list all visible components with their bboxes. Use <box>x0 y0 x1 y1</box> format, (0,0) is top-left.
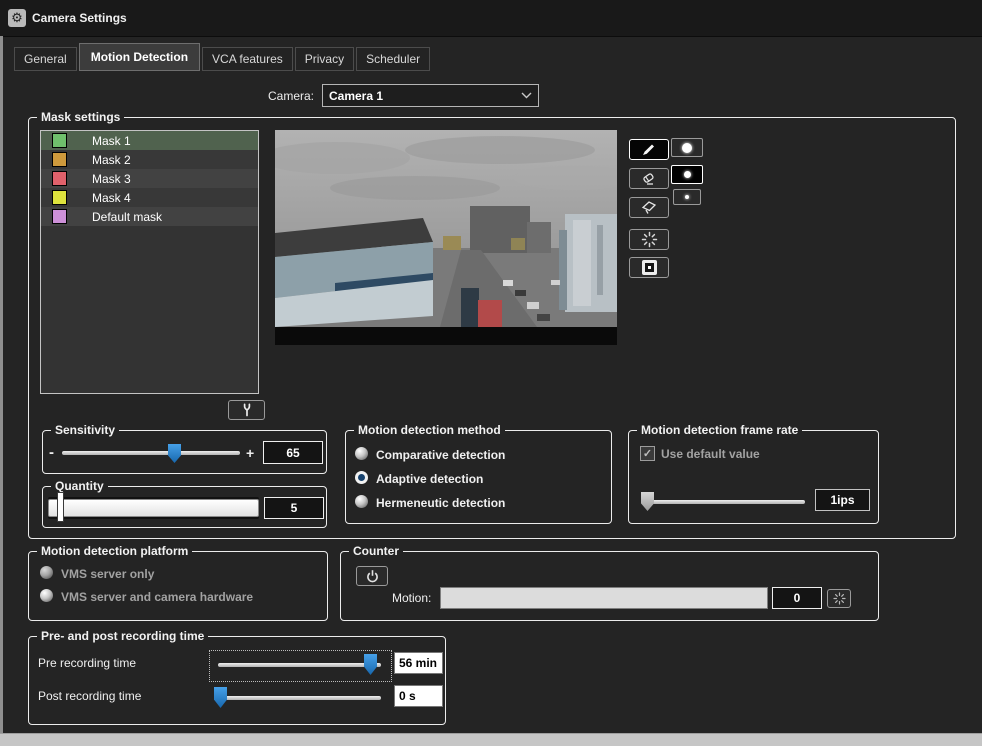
sensitivity-plus[interactable]: + <box>246 445 254 461</box>
vms-server-only-label[interactable]: VMS server only <box>61 567 154 581</box>
comparative-detection-label[interactable]: Comparative detection <box>376 448 505 462</box>
brush-size-large-button[interactable] <box>671 138 703 157</box>
radio-vms-server-and-camera-hardware[interactable] <box>40 589 53 602</box>
picture-in-picture-icon <box>642 260 657 275</box>
mask-label: Mask 2 <box>92 153 131 167</box>
radio-vms-server-only[interactable] <box>40 566 53 579</box>
quantity-slider-handle[interactable] <box>58 493 63 521</box>
mask-label: Mask 1 <box>92 134 131 148</box>
frame-rate-value[interactable]: 1ips <box>815 489 870 511</box>
pen-icon <box>640 142 658 158</box>
mask-color-swatch <box>52 152 67 167</box>
brush-small-dot-icon <box>685 195 689 199</box>
recording-time-legend: Pre- and post recording time <box>37 629 208 643</box>
window-bottom-bar <box>0 733 982 746</box>
camera-select[interactable]: Camera 1 <box>322 84 539 107</box>
sensitivity-slider-track[interactable] <box>62 451 240 455</box>
eraser-icon <box>640 170 658 187</box>
motion-test-button[interactable] <box>629 229 669 250</box>
mask-settings-legend: Mask settings <box>37 110 124 124</box>
tab-vca-features[interactable]: VCA features <box>202 47 293 71</box>
mask-list-item[interactable]: Mask 3 <box>41 169 258 188</box>
wrench-icon <box>239 402 255 418</box>
pre-recording-value[interactable]: 56 min <box>394 652 443 674</box>
radio-comparative-detection[interactable] <box>355 447 368 460</box>
mask-color-swatch <box>52 171 67 186</box>
vms-server-and-camera-hardware-label[interactable]: VMS server and camera hardware <box>61 590 253 604</box>
mask-list-item[interactable]: Mask 4 <box>41 188 258 207</box>
post-recording-value[interactable]: 0 s <box>394 685 443 707</box>
camera-label: Camera: <box>258 89 314 103</box>
erase-mask-button[interactable] <box>629 168 669 189</box>
frame-rate-slider-track[interactable] <box>645 500 805 504</box>
mask-list: Mask 1 Mask 2 Mask 3 Mask 4 Default mask <box>40 130 259 394</box>
gear-icon: ⚙ <box>8 9 26 27</box>
mask-properties-button[interactable] <box>228 400 265 420</box>
draw-mask-button[interactable] <box>629 139 669 160</box>
brush-size-medium-button[interactable] <box>671 165 703 184</box>
tab-motion-detection[interactable]: Motion Detection <box>79 43 200 71</box>
method-legend: Motion detection method <box>354 423 505 437</box>
camera-select-value: Camera 1 <box>329 89 383 103</box>
motion-progress-bar <box>440 587 768 609</box>
power-icon <box>365 569 380 584</box>
counter-legend: Counter <box>349 544 403 558</box>
brush-size-small-button[interactable] <box>673 189 701 205</box>
sensitivity-legend: Sensitivity <box>51 423 119 437</box>
post-recording-slider-track[interactable] <box>218 696 381 700</box>
pre-recording-slider-track[interactable] <box>218 663 381 667</box>
mask-label: Mask 4 <box>92 191 131 205</box>
quantity-slider-track[interactable] <box>48 499 259 517</box>
platform-legend: Motion detection platform <box>37 544 192 558</box>
motion-counter-label: Motion: <box>392 591 431 605</box>
quantity-legend: Quantity <box>51 479 108 493</box>
counter-group: Counter <box>340 551 879 621</box>
picture-in-picture-button[interactable] <box>629 257 669 278</box>
post-recording-time-label: Post recording time <box>38 689 141 703</box>
mask-color-swatch <box>52 190 67 205</box>
counter-power-button[interactable] <box>356 566 388 586</box>
mask-label: Default mask <box>92 210 162 224</box>
camera-settings-window: ⚙ Camera Settings General Motion Detecti… <box>0 0 982 746</box>
counter-reset-button[interactable] <box>827 589 851 608</box>
mask-list-item[interactable]: Mask 2 <box>41 150 258 169</box>
mask-overlay-red <box>478 300 502 327</box>
burst-icon <box>641 231 658 248</box>
use-default-value-checkbox[interactable]: ✓ <box>640 446 655 461</box>
frame-rate-legend: Motion detection frame rate <box>637 423 802 437</box>
adaptive-detection-label[interactable]: Adaptive detection <box>376 472 483 486</box>
chevron-down-icon <box>521 92 532 99</box>
sensitivity-minus[interactable]: - <box>49 444 54 461</box>
quantity-value[interactable]: 5 <box>264 497 324 519</box>
burst-icon <box>833 592 846 605</box>
camera-preview[interactable] <box>275 130 617 345</box>
mask-list-item[interactable]: Default mask <box>41 207 258 226</box>
tab-scheduler[interactable]: Scheduler <box>356 47 430 71</box>
tab-bar: General Motion Detection VCA features Pr… <box>14 43 432 71</box>
mask-color-swatch <box>52 133 67 148</box>
clear-mask-button[interactable] <box>629 197 669 218</box>
radio-adaptive-detection[interactable] <box>355 471 368 484</box>
hermeneutic-detection-label[interactable]: Hermeneutic detection <box>376 496 505 510</box>
sensitivity-value[interactable]: 65 <box>263 441 323 464</box>
mask-list-item[interactable]: Mask 1 <box>41 131 258 150</box>
clear-mask-icon <box>640 199 658 216</box>
mask-color-swatch <box>52 209 67 224</box>
use-default-value-label[interactable]: Use default value <box>661 447 760 461</box>
tab-privacy[interactable]: Privacy <box>295 47 354 71</box>
radio-hermeneutic-detection[interactable] <box>355 495 368 508</box>
title-bar: ⚙ Camera Settings <box>0 0 982 37</box>
motion-counter-value[interactable]: 0 <box>772 587 822 609</box>
brush-medium-dot-icon <box>684 171 691 178</box>
window-left-edge <box>0 36 3 733</box>
camera-preview-image <box>275 130 617 345</box>
brush-large-dot-icon <box>682 143 692 153</box>
window-title: Camera Settings <box>32 11 127 25</box>
mask-label: Mask 3 <box>92 172 131 186</box>
pre-recording-time-label: Pre recording time <box>38 656 136 670</box>
tab-general[interactable]: General <box>14 47 77 71</box>
platform-group: Motion detection platform <box>28 551 328 621</box>
